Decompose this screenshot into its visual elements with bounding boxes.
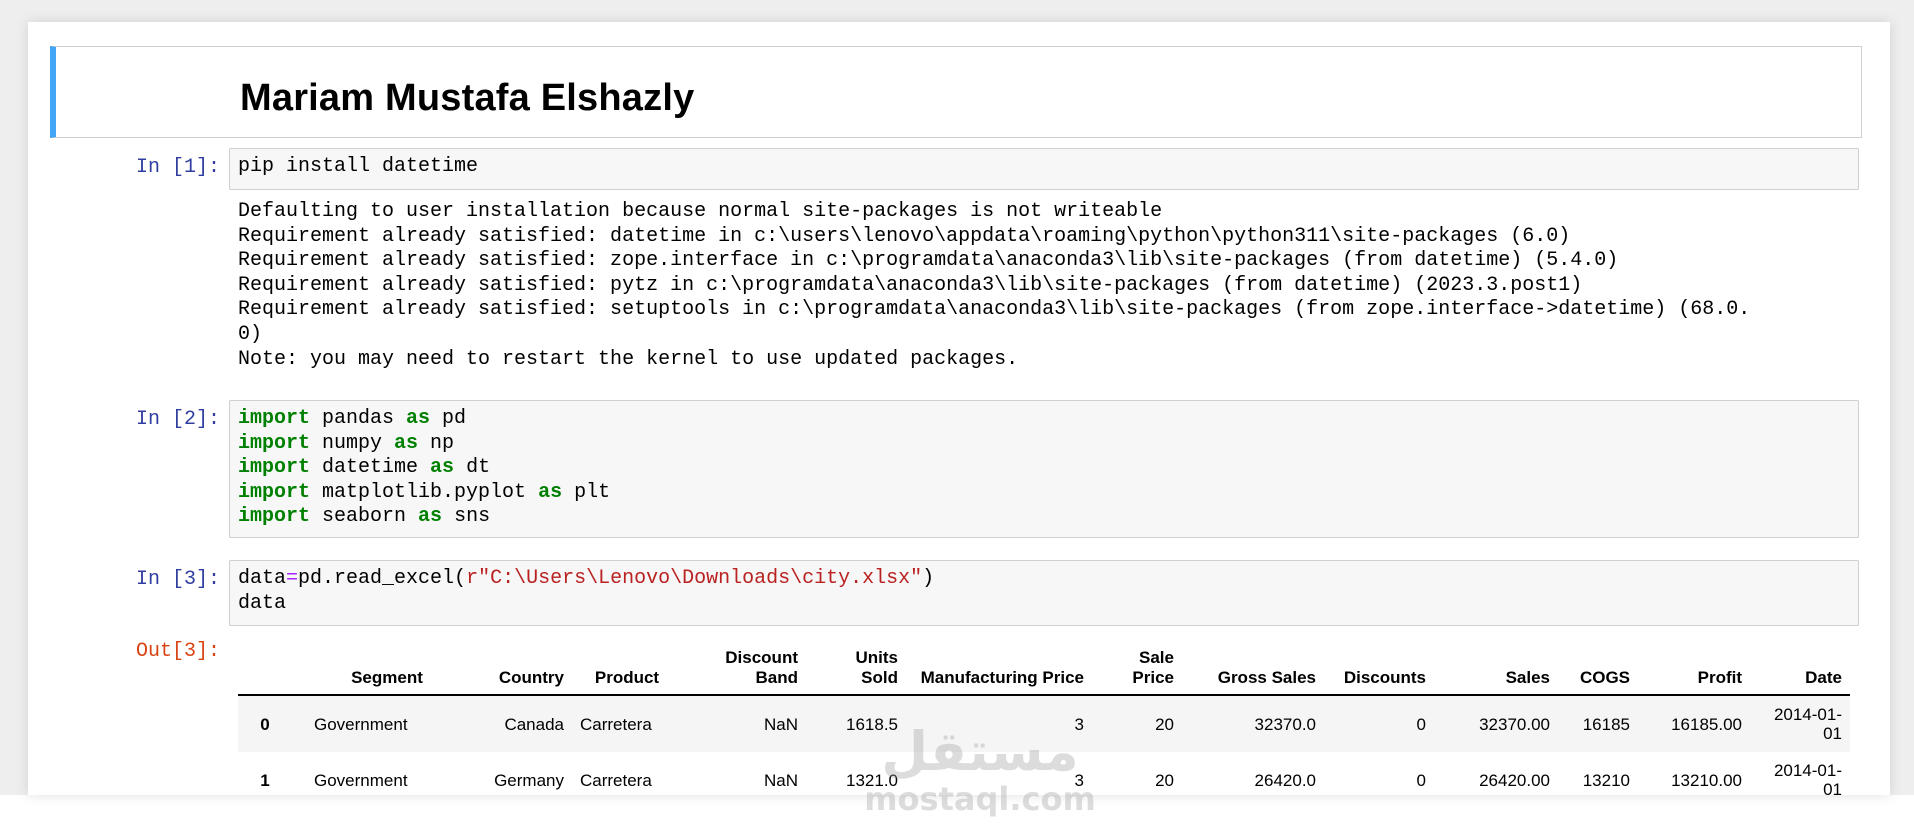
notebook-title: Mariam Mustafa Elshazly [240, 77, 695, 119]
output-line: 0) [238, 322, 263, 346]
header-manufacturing-price: Manufacturing Price [906, 644, 1092, 696]
cell-1-input[interactable]: pip install datetime [229, 148, 1859, 190]
output-line: Requirement already satisfied: zope.inte… [238, 249, 1619, 273]
cell-3-prompt: In [3]: [135, 568, 220, 591]
output-line: Requirement already satisfied: pytz in c… [238, 273, 1583, 297]
cell-1-output: Defaulting to user installation because … [238, 200, 1750, 372]
dataframe-table: Segment Country Product Discount Band Un… [238, 644, 1850, 795]
header-cogs: COGS [1558, 644, 1638, 696]
header-date: Date [1750, 644, 1850, 696]
table-row: 0 Government Canada Carretera NaN 1618.5… [238, 695, 1850, 752]
header-discount-band: Discount Band [682, 644, 806, 696]
cell-gross-sales: 32370.0 [1254, 714, 1316, 734]
cell-2-input[interactable]: import pandas as pd import numpy as np imp… [229, 400, 1859, 538]
header-profit: Profit [1638, 644, 1750, 696]
cell-units-sold: 1321.0 [846, 770, 898, 790]
header-gross-sales: Gross Sales [1182, 644, 1324, 696]
code-line: import numpy as np [238, 431, 455, 455]
header-segment: Segment [292, 644, 482, 696]
cell-product: Carretera [580, 770, 652, 790]
cell-product: Carretera [580, 714, 652, 734]
cell-country: Canada [504, 714, 564, 734]
cell-profit: 13210.00 [1671, 770, 1742, 790]
output-line: Requirement already satisfied: datetime … [238, 224, 1571, 248]
cell-cogs: 13210 [1582, 770, 1630, 790]
cell-2-prompt: In [2]: [135, 408, 220, 431]
code-line: import pandas as pd [238, 407, 467, 430]
cell-discount-band: NaN [763, 770, 798, 790]
code-line: data=pd.read_excel(r"C:\Users\Lenovo\Dow… [238, 567, 935, 590]
cell-cogs: 16185 [1582, 714, 1630, 734]
cell-segment: Government [314, 714, 408, 734]
header-sale-price: Sale Price [1092, 644, 1182, 696]
header-country: Country [482, 644, 572, 696]
cell-sale-price: 20 [1155, 770, 1174, 790]
table-row: 1 Government Germany Carretera NaN 1321.… [238, 752, 1850, 795]
output-line: Requirement already satisfied: setuptool… [238, 298, 1751, 322]
table-header-row: Segment Country Product Discount Band Un… [238, 644, 1850, 696]
header-units-sold: Units Sold [806, 644, 906, 696]
notebook-container: Mariam Mustafa Elshazly In [1]: pip inst… [28, 22, 1890, 795]
header-index [238, 644, 292, 696]
header-discounts: Discounts [1324, 644, 1434, 696]
cell-discounts: 0 [1416, 714, 1426, 734]
cell-segment: Government [314, 770, 408, 790]
code-line: import seaborn as sns [238, 505, 491, 529]
cell-units-sold: 1618.5 [846, 714, 898, 734]
header-product: Product [572, 644, 682, 696]
cell-3-out-prompt: Out[3]: [135, 640, 220, 663]
cell-discount-band: NaN [763, 714, 798, 734]
code-line: import datetime as dt [238, 456, 491, 480]
cell-profit: 16185.00 [1671, 714, 1742, 734]
dataframe-output: Segment Country Product Discount Band Un… [238, 644, 1850, 795]
cell-index: 0 [260, 714, 270, 734]
cell-sales: 26420.00 [1479, 770, 1550, 790]
markdown-cell[interactable]: Mariam Mustafa Elshazly [50, 46, 1862, 138]
cell-sale-price: 20 [1155, 714, 1174, 734]
code-line: import matplotlib.pyplot as plt [238, 480, 611, 504]
cell-gross-sales: 26420.0 [1254, 770, 1316, 790]
cell-country: Germany [494, 770, 564, 790]
cell-date: 2014-01-01 [1773, 705, 1842, 743]
cell-manufacturing-price: 3 [1074, 770, 1084, 790]
cell-3-input[interactable]: data=pd.read_excel(r"C:\Users\Lenovo\Dow… [229, 560, 1859, 626]
code-line: data [238, 591, 287, 615]
output-line: Note: you may need to restart the kernel… [238, 347, 1019, 371]
cell-date: 2014-01-01 [1773, 761, 1842, 795]
cell-discounts: 0 [1416, 770, 1426, 790]
cell-1-prompt: In [1]: [135, 156, 220, 179]
cell-manufacturing-price: 3 [1074, 714, 1084, 734]
header-sales: Sales [1434, 644, 1558, 696]
output-line: Defaulting to user installation because … [238, 200, 1163, 223]
cell-index: 1 [260, 770, 270, 790]
cell-1-code: pip install datetime [238, 155, 479, 178]
cell-sales: 32370.00 [1479, 714, 1550, 734]
